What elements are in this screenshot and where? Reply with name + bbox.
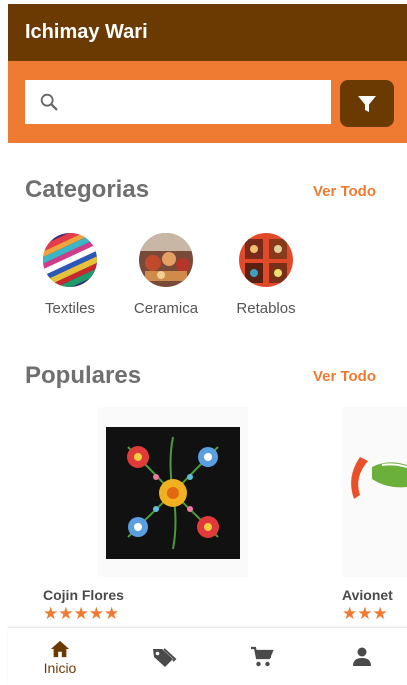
product-image (342, 407, 407, 577)
product-name: Cojin Flores (43, 587, 124, 603)
person-icon (353, 647, 371, 666)
tag-icon (153, 648, 177, 667)
category-label: Ceramica (133, 300, 199, 317)
home-icon (50, 640, 70, 657)
category-image-ceramica (139, 233, 193, 287)
nav-item-inicio[interactable]: Inicio (30, 628, 90, 685)
nav-label: Inicio (43, 659, 77, 676)
search-input[interactable] (25, 80, 331, 124)
category-label: Textiles (44, 300, 96, 317)
filter-icon (358, 95, 376, 112)
search-bar (8, 61, 407, 143)
nav-item-profile[interactable] (332, 628, 392, 685)
product-rating-stars: ★★★ (342, 604, 388, 623)
category-image-textiles (43, 233, 97, 287)
bottom-navigation: Inicio (8, 627, 407, 685)
app-title: Ichimay Wari (25, 21, 148, 43)
nav-item-offers[interactable] (134, 628, 194, 685)
categories-title: Categorias (25, 176, 150, 203)
app-bar: Ichimay Wari (8, 4, 407, 61)
category-image-retablos (239, 233, 293, 287)
category-item-ceramica[interactable]: Ceramica (121, 233, 211, 317)
categories-see-all-link[interactable]: Ver Todo (313, 183, 376, 200)
category-item-retablos[interactable]: Retablos (221, 233, 311, 317)
nav-item-cart[interactable] (232, 628, 292, 685)
product-image (98, 407, 248, 577)
popular-title: Populares (25, 362, 142, 389)
product-card-cojin-flores[interactable]: Cojin Flores ★★★★★ (43, 407, 248, 624)
category-label: Retablos (236, 300, 296, 317)
cart-icon (251, 646, 274, 667)
filter-button[interactable] (340, 80, 394, 127)
product-card-avionet[interactable]: Avionet ★★★ (342, 407, 407, 624)
product-rating-stars: ★★★★★ (43, 604, 120, 623)
popular-see-all-link[interactable]: Ver Todo (313, 368, 376, 385)
category-item-textiles[interactable]: Textiles (25, 233, 115, 317)
product-name: Avionet (342, 587, 393, 603)
search-icon (40, 93, 58, 111)
